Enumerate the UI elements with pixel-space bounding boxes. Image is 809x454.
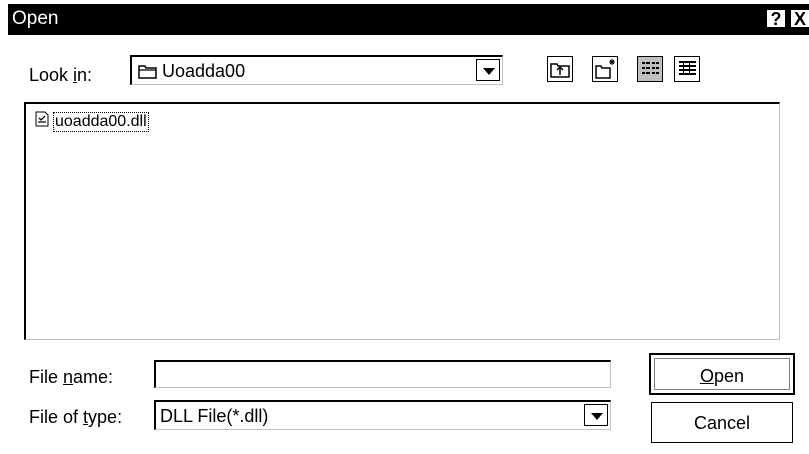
file-list[interactable]: uoadda00.dll [24, 102, 780, 340]
file-type-dropdown-button[interactable] [584, 404, 608, 426]
dialog-title: Open [12, 8, 59, 29]
look-in-label: Look in: [29, 65, 93, 85]
file-name-text: uoadda00.dll [53, 111, 149, 132]
open-button-focus: Open [654, 358, 790, 390]
folder-icon [138, 63, 158, 84]
look-in-value: Uoadda00 [162, 61, 246, 81]
list-item[interactable]: uoadda00.dll [34, 111, 149, 132]
open-button-label: Open [699, 366, 745, 386]
file-type-combobox[interactable]: DLL File(*.dll) [154, 400, 611, 430]
look-in-combobox[interactable]: Uoadda00 [130, 55, 503, 85]
create-new-folder-icon[interactable] [592, 56, 618, 82]
open-dialog: Open ? X Look in: Uoadda00 uoadda00.dll … [0, 0, 809, 454]
dll-file-icon [34, 111, 50, 132]
title-bar[interactable]: Open ? X [8, 4, 809, 35]
list-view-icon[interactable] [637, 56, 663, 82]
look-in-dropdown-button[interactable] [476, 59, 500, 81]
close-button[interactable]: X [790, 9, 809, 29]
cancel-button-label: Cancel [693, 413, 751, 433]
up-one-level-icon[interactable] [547, 56, 573, 82]
details-view-icon[interactable] [674, 56, 700, 82]
file-name-label: File name: [29, 367, 114, 387]
file-type-value: DLL File(*.dll) [160, 406, 269, 426]
cancel-button[interactable]: Cancel [651, 402, 793, 443]
help-button[interactable]: ? [766, 9, 786, 29]
file-type-label: File of type: [29, 407, 123, 427]
open-button[interactable]: Open [649, 353, 795, 395]
file-name-input[interactable] [154, 360, 611, 388]
